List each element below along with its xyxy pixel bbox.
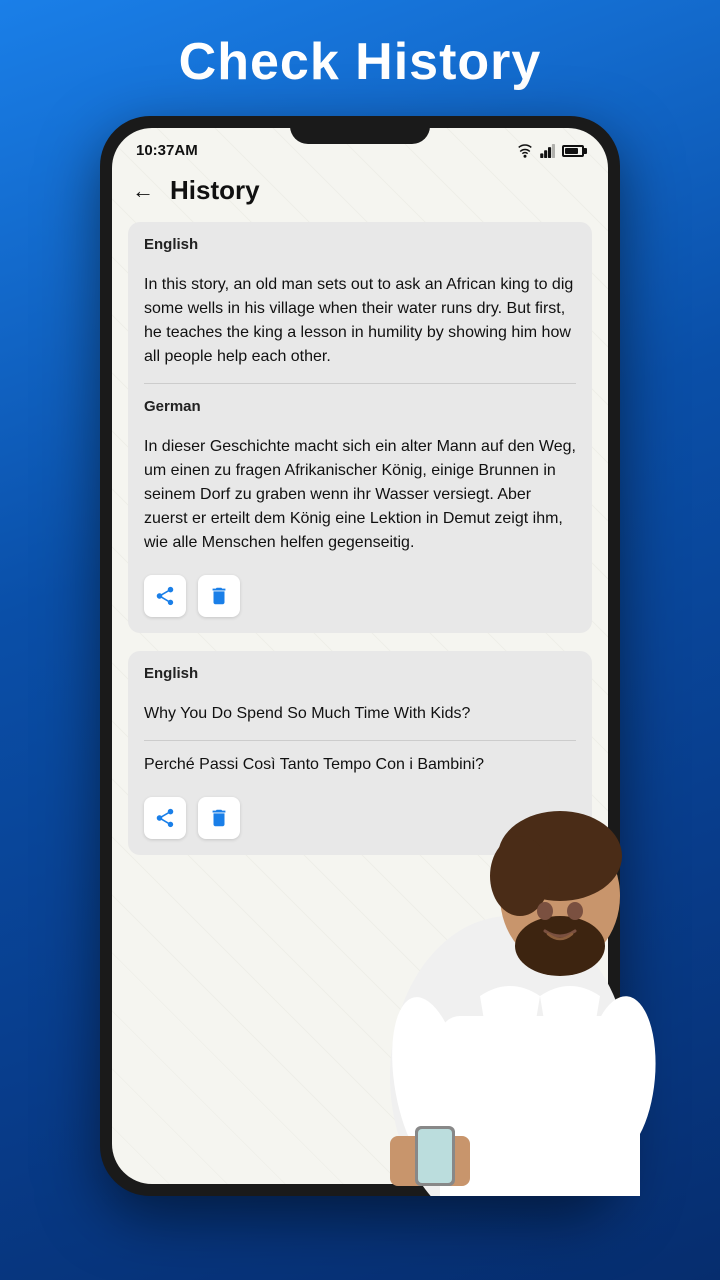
card-2-actions xyxy=(128,791,592,855)
share-button-2[interactable] xyxy=(144,797,186,839)
card-1-actions xyxy=(128,569,592,633)
share-icon-1 xyxy=(154,585,176,607)
status-icons xyxy=(516,144,584,158)
app-header: ← History xyxy=(112,167,608,222)
wifi-icon xyxy=(516,144,534,158)
target-lang-1: German xyxy=(128,384,592,423)
share-button-1[interactable] xyxy=(144,575,186,617)
source-text-1: In this story, an old man sets out to as… xyxy=(128,261,592,383)
back-button[interactable]: ← xyxy=(132,178,154,204)
trash-icon-1 xyxy=(208,585,230,607)
screen-title: History xyxy=(170,175,260,206)
target-text-1: In dieser Geschichte macht sich ein alte… xyxy=(128,423,592,569)
share-icon-2 xyxy=(154,807,176,829)
source-lang-2: English xyxy=(128,651,592,690)
source-text-2: Why You Do Spend So Much Time With Kids? xyxy=(128,690,592,740)
source-lang-1: English xyxy=(128,222,592,261)
delete-button-1[interactable] xyxy=(198,575,240,617)
scroll-area[interactable]: English In this story, an old man sets o… xyxy=(112,222,608,1184)
trash-icon-2 xyxy=(208,807,230,829)
phone-mockup: 10:37AM ← H xyxy=(100,116,620,1196)
signal-icon xyxy=(540,144,556,158)
history-card-1: English In this story, an old man sets o… xyxy=(128,222,592,633)
status-time: 10:37AM xyxy=(136,142,198,159)
page-title: Check History xyxy=(159,0,562,116)
history-card-2: English Why You Do Spend So Much Time Wi… xyxy=(128,651,592,855)
battery-icon xyxy=(562,145,584,157)
delete-button-2[interactable] xyxy=(198,797,240,839)
target-text-2: Perché Passi Così Tanto Tempo Con i Bamb… xyxy=(128,741,592,791)
phone-notch xyxy=(290,116,430,144)
phone-screen: 10:37AM ← H xyxy=(112,128,608,1184)
